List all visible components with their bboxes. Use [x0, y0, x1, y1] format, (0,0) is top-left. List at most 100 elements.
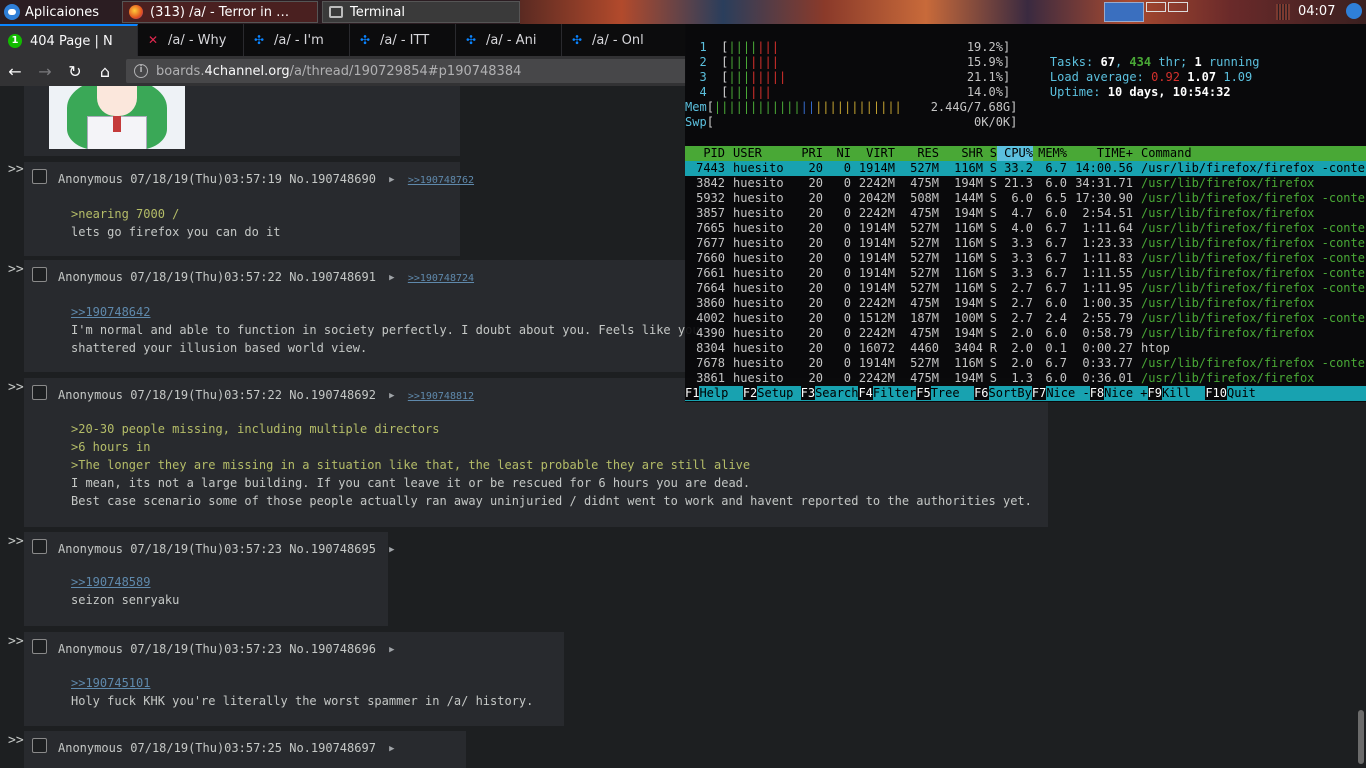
tab-a-ani[interactable]: ✣ /a/ - Ani	[456, 24, 562, 56]
tab-404-page[interactable]: 1 404 Page | N	[0, 24, 138, 56]
workspace-3[interactable]	[1168, 2, 1188, 12]
post-menu-icon[interactable]: ▶	[389, 175, 394, 185]
tab-a-itt[interactable]: ✣ /a/ - ITT	[350, 24, 456, 56]
post-number[interactable]: No.190748695	[289, 542, 376, 556]
process-row[interactable]: 7443 huesito 20 0 1914M 527M 116M S 33.2 6.7 14:00…	[685, 161, 1366, 176]
post-number[interactable]: No.190748697	[289, 741, 376, 755]
taskbar-title: (313) /a/ - Terror in …	[150, 4, 290, 20]
tasks-meter: Tasks: 67, 434 thr; 1 running	[1049, 55, 1260, 69]
post-number[interactable]: No.190748696	[289, 642, 376, 656]
column-header[interactable]: PID	[685, 146, 725, 161]
url-text: boards.4channel.org/a/thread/190729854#p…	[156, 63, 522, 79]
process-row[interactable]: 7660 huesito 20 0 1914M 527M 116M S 3.3 6.7 1:11.8…	[685, 251, 1366, 266]
update-notifier-icon[interactable]	[1346, 3, 1362, 19]
quote-link[interactable]: >>190748642	[71, 303, 700, 321]
tab-a-im[interactable]: ✣ /a/ - I'm	[244, 24, 350, 56]
column-header[interactable]: VIRT	[851, 146, 895, 161]
tab-a-why[interactable]: ✕ /a/ - Why	[138, 24, 244, 56]
taskbar-button-firefox[interactable]: (313) /a/ - Terror in …	[122, 1, 318, 23]
post-menu-icon[interactable]: ▶	[389, 645, 394, 655]
column-header[interactable]: SHR	[939, 146, 983, 161]
post-number[interactable]: No.190748690	[289, 172, 376, 186]
post-checkbox[interactable]	[32, 539, 47, 554]
fkey-f10[interactable]: F10Quit	[1205, 386, 1271, 401]
panel-clock[interactable]: 04:07	[1298, 4, 1335, 19]
post-header: Anonymous 07/18/19(Thu)03:57:22 No.19074…	[58, 388, 474, 402]
post-menu-icon[interactable]: ▶	[389, 273, 394, 283]
process-table-header[interactable]: PID USER PRI NI VIRT RES SHR S CPU% MEM% TIME+ Comm…	[685, 146, 1366, 161]
process-row[interactable]: 3857 huesito 20 0 2242M 475M 194M S 4.7 6.0 2:54.5…	[685, 206, 1366, 221]
fkey-f7[interactable]: F7Nice -	[1031, 386, 1090, 401]
workspace-2[interactable]	[1146, 2, 1166, 12]
load-average-meter: Load average: 0.92 1.07 1.09	[1049, 70, 1253, 84]
fkey-f9[interactable]: F9Kill	[1147, 386, 1206, 401]
fkey-f3[interactable]: F3Search	[800, 386, 859, 401]
post-checkbox[interactable]	[32, 169, 47, 184]
quote-link[interactable]: >>190748589	[71, 573, 179, 591]
post-arrow: >>	[8, 162, 24, 177]
post-checkbox[interactable]	[32, 738, 47, 753]
site-info-icon[interactable]: i	[134, 64, 148, 78]
clover-icon: ✣	[253, 33, 265, 47]
column-header[interactable]: Command	[1133, 146, 1192, 161]
post-arrow: >>	[8, 634, 24, 649]
column-header[interactable]: S	[983, 146, 997, 161]
reply-box: Anonymous 07/18/19(Thu)03:57:23 No.19074…	[24, 632, 564, 726]
post-arrow: >>	[8, 733, 24, 748]
process-row[interactable]: 4002 huesito 20 0 1512M 187M 100M S 2.7 2.4 2:55.7…	[685, 311, 1366, 326]
post-date: 07/18/19(Thu)03:57:23	[130, 542, 282, 556]
taskbar-button-terminal[interactable]: Terminal	[322, 1, 520, 23]
fkey-f2[interactable]: F2Setup	[742, 386, 801, 401]
back-button[interactable]: ←	[0, 56, 30, 86]
fkey-f5[interactable]: F5Tree	[916, 386, 975, 401]
text-line: Holy fuck KHK you're literally the worst…	[71, 694, 534, 708]
post-menu-icon[interactable]: ▶	[389, 545, 394, 555]
post-checkbox[interactable]	[32, 385, 47, 400]
process-row[interactable]: 3860 huesito 20 0 2242M 475M 194M S 2.7 6.0 1:00.3…	[685, 296, 1366, 311]
column-header[interactable]: CPU%	[997, 146, 1033, 161]
forward-button[interactable]: →	[30, 56, 60, 86]
process-row[interactable]: 7677 huesito 20 0 1914M 527M 116M S 3.3 6.7 1:23.3…	[685, 236, 1366, 251]
column-header[interactable]: PRI	[789, 146, 823, 161]
applications-menu-button[interactable]: Aplicaiones	[4, 3, 99, 21]
reload-button[interactable]: ↻	[60, 56, 90, 86]
post-menu-icon[interactable]: ▶	[389, 744, 394, 754]
column-header[interactable]: TIME+	[1067, 146, 1133, 161]
post-checkbox[interactable]	[32, 267, 47, 282]
backlink[interactable]: >>190748812	[408, 391, 474, 402]
fkey-f1[interactable]: F1Help	[685, 386, 743, 401]
post-header: Anonymous 07/18/19(Thu)03:57:23 No.19074…	[58, 542, 395, 556]
workspace-1[interactable]	[1104, 2, 1144, 22]
terminal-icon	[329, 6, 343, 18]
home-button[interactable]: ⌂	[90, 56, 120, 86]
terminal-window-htop[interactable]: 1 [||||||| 19.2%] 2 [||||||| 15.9%] 3 [|…	[685, 24, 1366, 402]
notification-badge-icon: 1	[8, 34, 22, 48]
process-row[interactable]: 5932 huesito 20 0 2042M 508M 144M S 6.0 6.5 17:30.…	[685, 191, 1366, 206]
column-header[interactable]: NI	[823, 146, 851, 161]
fkey-f8[interactable]: F8Nice +	[1089, 386, 1148, 401]
post-number[interactable]: No.190748691	[289, 270, 376, 284]
process-row[interactable]: 7661 huesito 20 0 1914M 527M 116M S 3.3 6.7 1:11.5…	[685, 266, 1366, 281]
fkey-f4[interactable]: F4Filter	[858, 386, 917, 401]
process-row[interactable]: 7678 huesito 20 0 1914M 527M 116M S 2.0 6.7 0:33.7…	[685, 356, 1366, 371]
post-checkbox[interactable]	[32, 639, 47, 654]
column-header[interactable]: USER	[725, 146, 789, 161]
backlink[interactable]: >>190748724	[408, 273, 474, 284]
process-row[interactable]: 8304 huesito 20 0 16072 4460 3404 R 2.0 0.1 0:00.2…	[685, 341, 1366, 356]
fkey-f6[interactable]: F6SortBy	[974, 386, 1032, 401]
post-number[interactable]: No.190748692	[289, 388, 376, 402]
quote-link[interactable]: >>190745101	[71, 674, 533, 692]
backlink[interactable]: >>190748762	[408, 175, 474, 186]
column-header[interactable]: RES	[895, 146, 939, 161]
scrollbar-thumb[interactable]	[1358, 710, 1364, 764]
process-row[interactable]: 3861 huesito 20 0 2242M 475M 194M S 1.3 6.0 0:36.0…	[685, 371, 1366, 386]
process-row[interactable]: 4390 huesito 20 0 2242M 475M 194M S 2.0 6.0 0:58.7…	[685, 326, 1366, 341]
post-image-thumbnail[interactable]	[49, 86, 185, 149]
column-header[interactable]: MEM%	[1033, 146, 1067, 161]
process-row[interactable]: 7665 huesito 20 0 1914M 527M 116M S 4.0 6.7 1:11.6…	[685, 221, 1366, 236]
post-menu-icon[interactable]: ▶	[389, 391, 394, 401]
process-row[interactable]: 3842 huesito 20 0 2242M 475M 194M S 21.3 6.0 34:31…	[685, 176, 1366, 191]
tab-a-onl[interactable]: ✣ /a/ - Onl	[562, 24, 686, 56]
url-bar[interactable]: i boards.4channel.org/a/thread/190729854…	[126, 59, 686, 83]
process-row[interactable]: 7664 huesito 20 0 1914M 527M 116M S 2.7 6.7 1:11.9…	[685, 281, 1366, 296]
